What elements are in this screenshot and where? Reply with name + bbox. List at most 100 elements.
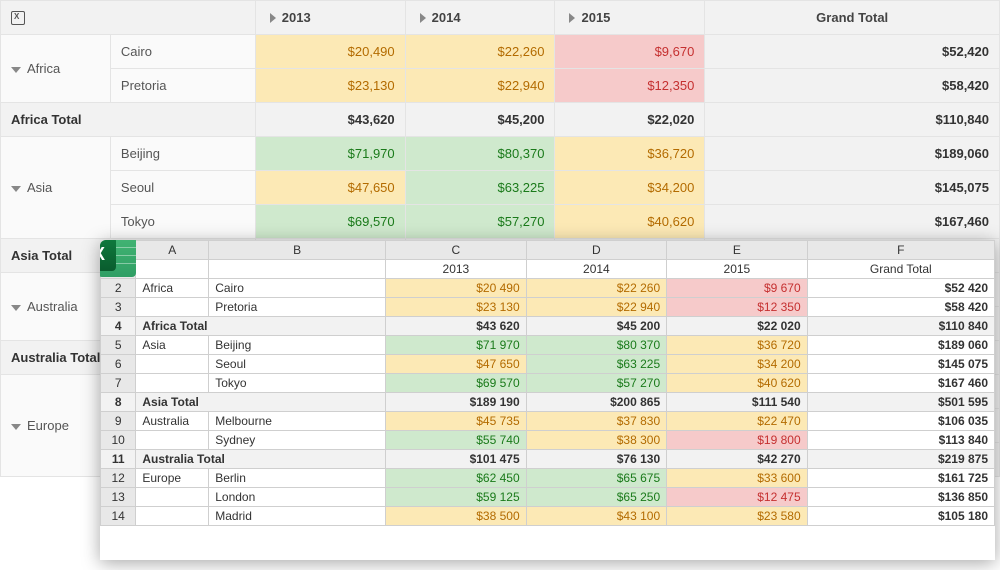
excel-cell[interactable]: Europe [136, 469, 209, 488]
excel-cell[interactable]: Australia Total [136, 450, 386, 469]
excel-cell[interactable]: $101 475 [386, 450, 527, 469]
excel-cell[interactable] [136, 298, 209, 317]
excel-cell[interactable]: $20 490 [386, 279, 527, 298]
row-number[interactable]: 7 [101, 374, 136, 393]
excel-cell[interactable]: $71 970 [386, 336, 527, 355]
col-letter[interactable]: D [526, 241, 667, 260]
pivot-cell[interactable]: $63,225 [405, 171, 555, 205]
pivot-cell[interactable]: $36,720 [555, 137, 705, 171]
excel-cell[interactable]: $34 200 [667, 355, 808, 374]
excel-cell[interactable]: $22 260 [526, 279, 667, 298]
excel-row[interactable]: 6Seoul$47 650$63 225$34 200$145 075 [101, 355, 995, 374]
excel-grid[interactable]: A B C D E F 1 2013 2014 2015 Grand Total… [100, 240, 995, 526]
excel-cell[interactable]: Cairo [209, 279, 386, 298]
excel-cell[interactable]: $189 060 [807, 336, 994, 355]
excel-cell[interactable]: $58 420 [807, 298, 994, 317]
pivot-cell[interactable]: $71,970 [255, 137, 405, 171]
pivot-cell[interactable]: $47,650 [255, 171, 405, 205]
city-label[interactable]: Cairo [110, 35, 255, 69]
excel-cell[interactable]: $65 675 [526, 469, 667, 488]
pivot-cell[interactable]: $80,370 [405, 137, 555, 171]
pivot-cell[interactable]: $9,670 [555, 35, 705, 69]
excel-cell[interactable]: Australia [136, 412, 209, 431]
pivot-row[interactable]: AsiaBeijing$71,970$80,370$36,720$189,060 [1, 137, 1000, 171]
col-letter[interactable]: B [209, 241, 386, 260]
excel-cell[interactable]: $136 850 [807, 488, 994, 507]
row-number[interactable]: 6 [101, 355, 136, 374]
pivot-cell[interactable]: $69,570 [255, 205, 405, 239]
excel-cell[interactable]: $45 735 [386, 412, 527, 431]
col-letter[interactable]: E [667, 241, 808, 260]
excel-cell[interactable] [136, 488, 209, 507]
excel-cell[interactable]: $9 670 [667, 279, 808, 298]
excel-row[interactable]: 12EuropeBerlin$62 450$65 675$33 600$161 … [101, 469, 995, 488]
excel-cell[interactable]: $76 130 [526, 450, 667, 469]
excel-cell[interactable]: $63 225 [526, 355, 667, 374]
row-number[interactable]: 13 [101, 488, 136, 507]
excel-cell[interactable]: $167 460 [807, 374, 994, 393]
excel-cell[interactable]: $80 370 [526, 336, 667, 355]
col-letter[interactable]: C [386, 241, 527, 260]
excel-cell[interactable]: $38 500 [386, 507, 527, 526]
excel-cell[interactable]: Pretoria [209, 298, 386, 317]
excel-row[interactable]: 7Tokyo$69 570$57 270$40 620$167 460 [101, 374, 995, 393]
excel-cell[interactable]: Asia Total [136, 393, 386, 412]
excel-row[interactable]: 3 Pretoria$23 130$22 940$12 350$58 420 [101, 298, 995, 317]
row-number[interactable]: 2 [101, 279, 136, 298]
excel-row[interactable]: 9AustraliaMelbourne$45 735$37 830$22 470… [101, 412, 995, 431]
excel-row[interactable]: 5AsiaBeijing$71 970$80 370$36 720$189 06… [101, 336, 995, 355]
excel-cell[interactable] [136, 431, 209, 450]
excel-cell[interactable]: $501 595 [807, 393, 994, 412]
row-number[interactable]: 4 [101, 317, 136, 336]
excel-cell[interactable]: $200 865 [526, 393, 667, 412]
excel-cell[interactable]: London [209, 488, 386, 507]
pivot-row[interactable]: Seoul$47,650$63,225$34,200$145,075 [1, 171, 1000, 205]
pivot-cell[interactable]: $22,940 [405, 69, 555, 103]
excel-cell[interactable]: $62 450 [386, 469, 527, 488]
excel-cell[interactable]: Madrid [209, 507, 386, 526]
column-header-2014[interactable]: 2014 [405, 1, 555, 35]
excel-cell[interactable]: $69 570 [386, 374, 527, 393]
excel-cell[interactable]: $37 830 [526, 412, 667, 431]
city-label[interactable]: Beijing [110, 137, 255, 171]
excel-cell[interactable] [136, 374, 209, 393]
excel-cell[interactable]: $105 180 [807, 507, 994, 526]
excel-cell[interactable]: $43 620 [386, 317, 527, 336]
excel-cell[interactable]: $106 035 [807, 412, 994, 431]
excel-cell[interactable]: $22 940 [526, 298, 667, 317]
excel-cell[interactable]: $189 190 [386, 393, 527, 412]
column-header-2013[interactable]: 2013 [255, 1, 405, 35]
pivot-cell[interactable]: $57,270 [405, 205, 555, 239]
city-label[interactable]: Pretoria [110, 69, 255, 103]
excel-cell[interactable]: $65 250 [526, 488, 667, 507]
region-header[interactable]: Africa [1, 35, 111, 103]
excel-cell[interactable]: $55 740 [386, 431, 527, 450]
excel-cell[interactable]: $145 075 [807, 355, 994, 374]
excel-cell[interactable] [136, 355, 209, 374]
excel-cell[interactable]: $38 300 [526, 431, 667, 450]
excel-column-letters[interactable]: A B C D E F [101, 241, 995, 260]
region-header[interactable]: Europe [1, 375, 111, 477]
excel-cell[interactable] [136, 507, 209, 526]
excel-row[interactable]: 11Australia Total$101 475$76 130$42 270$… [101, 450, 995, 469]
excel-cell[interactable]: $12 350 [667, 298, 808, 317]
pivot-cell[interactable]: $12,350 [555, 69, 705, 103]
excel-cell[interactable]: $111 540 [667, 393, 808, 412]
excel-cell[interactable]: Melbourne [209, 412, 386, 431]
pivot-row[interactable]: Pretoria$23,130$22,940$12,350$58,420 [1, 69, 1000, 103]
excel-row[interactable]: 10Sydney$55 740$38 300$19 800$113 840 [101, 431, 995, 450]
excel-cell[interactable]: $57 270 [526, 374, 667, 393]
pivot-cell[interactable]: $20,490 [255, 35, 405, 69]
excel-cell[interactable]: $23 580 [667, 507, 808, 526]
excel-cell[interactable]: $22 470 [667, 412, 808, 431]
column-header-2015[interactable]: 2015 [555, 1, 705, 35]
excel-cell[interactable]: $23 130 [386, 298, 527, 317]
excel-cell[interactable]: Asia [136, 336, 209, 355]
pivot-cell[interactable]: $23,130 [255, 69, 405, 103]
excel-cell[interactable]: $43 100 [526, 507, 667, 526]
row-number[interactable]: 3 [101, 298, 136, 317]
excel-cell[interactable]: $40 620 [667, 374, 808, 393]
excel-cell[interactable]: $110 840 [807, 317, 994, 336]
row-number[interactable]: 14 [101, 507, 136, 526]
excel-row[interactable]: 4Africa Total$43 620$45 200$22 020$110 8… [101, 317, 995, 336]
